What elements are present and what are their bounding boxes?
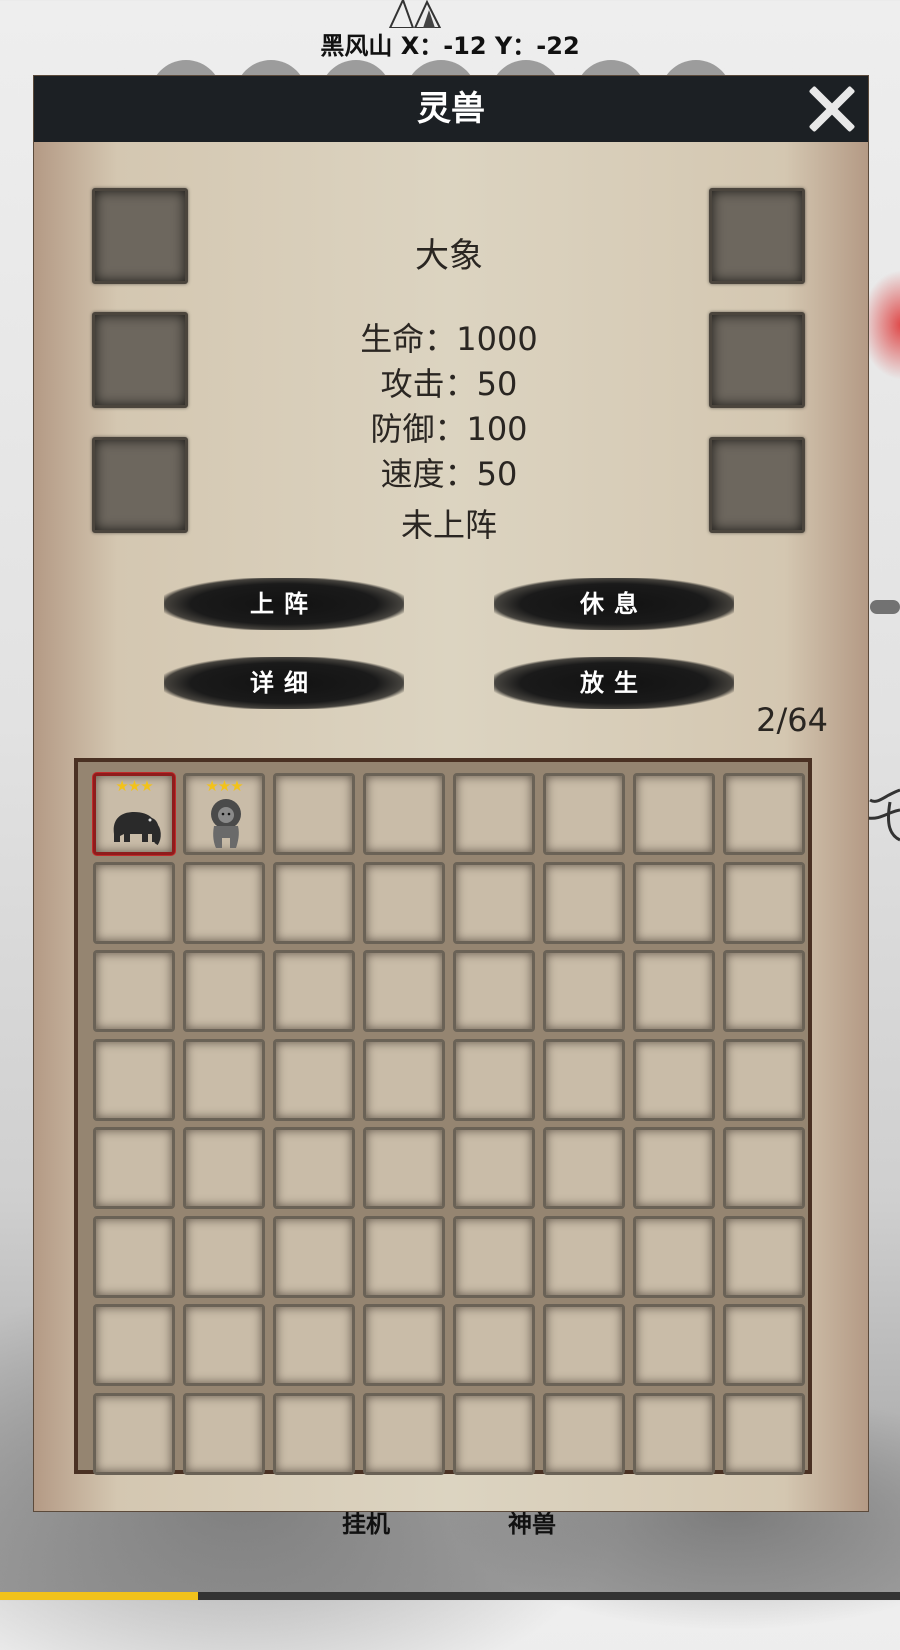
inventory-slot[interactable] <box>183 1038 265 1121</box>
inventory-slot[interactable] <box>93 1392 175 1475</box>
inventory-slot[interactable] <box>93 950 175 1032</box>
inventory-slot[interactable] <box>273 1215 355 1298</box>
inventory-slot[interactable] <box>363 1304 445 1386</box>
inventory-slot[interactable] <box>273 1304 355 1386</box>
star-rating: ★★★ <box>115 777 153 795</box>
inventory-slot[interactable] <box>363 1392 445 1475</box>
inventory-slot[interactable] <box>273 1392 355 1475</box>
inventory-slot[interactable] <box>723 1215 805 1298</box>
inventory-slot[interactable] <box>93 1304 175 1386</box>
inventory-slot[interactable] <box>633 1304 715 1386</box>
inventory-slot[interactable] <box>723 950 805 1032</box>
inventory-slot[interactable] <box>453 1038 535 1121</box>
inventory-slot[interactable] <box>363 950 445 1032</box>
inventory-slot[interactable] <box>453 1392 535 1475</box>
inventory-slot[interactable] <box>453 1304 535 1386</box>
inventory-slot[interactable] <box>183 1392 265 1475</box>
inventory-slot[interactable] <box>633 1127 715 1209</box>
inventory-slot[interactable] <box>633 1038 715 1121</box>
inventory-slot[interactable] <box>363 861 445 944</box>
inventory-slot[interactable] <box>273 1038 355 1121</box>
stat-defense: 防御：100 <box>370 410 528 448</box>
inventory-slot[interactable] <box>453 773 535 855</box>
equip-slot-left-3[interactable] <box>92 437 188 533</box>
location-coordinates: 黑风山 X：-12 Y：-22 <box>320 32 580 60</box>
deploy-button[interactable]: 上阵 <box>164 578 404 630</box>
inventory-slot[interactable] <box>543 950 625 1032</box>
inventory-slot[interactable] <box>453 950 535 1032</box>
elephant-icon <box>108 794 164 850</box>
inventory-slot[interactable] <box>723 1392 805 1475</box>
inventory-slot[interactable] <box>633 773 715 855</box>
inventory-slot[interactable] <box>363 1127 445 1209</box>
inventory-slot[interactable] <box>633 950 715 1032</box>
inventory-slot[interactable] <box>273 773 355 855</box>
inventory-slot[interactable] <box>723 773 805 855</box>
beast-name: 大象 <box>415 236 483 276</box>
equip-slot-right-1[interactable] <box>709 188 805 284</box>
inventory-slot[interactable] <box>633 1215 715 1298</box>
equip-slot-right-2[interactable] <box>709 312 805 408</box>
inventory-slot[interactable] <box>723 1127 805 1209</box>
inventory-slot[interactable] <box>543 1038 625 1121</box>
lion-icon <box>198 794 254 850</box>
inventory-slot[interactable] <box>633 1392 715 1475</box>
panel-title: 灵兽 <box>417 89 485 129</box>
inventory-slot[interactable] <box>543 773 625 855</box>
detail-button[interactable]: 详细 <box>164 657 404 709</box>
inventory-slot[interactable] <box>363 1215 445 1298</box>
inventory-slot[interactable] <box>93 1127 175 1209</box>
inventory-slot[interactable] <box>93 1215 175 1298</box>
inventory-slot[interactable] <box>273 950 355 1032</box>
stat-speed: 速度：50 <box>380 455 518 493</box>
progress-bar-fill <box>0 1592 198 1600</box>
inventory-slot[interactable] <box>723 1038 805 1121</box>
inventory-slot[interactable] <box>183 1304 265 1386</box>
stat-hp: 生命：1000 <box>360 320 538 358</box>
ink-stroke <box>870 600 900 614</box>
beast-inventory-grid: ★★★ ★★★ <box>74 758 812 1475</box>
inventory-slot[interactable] <box>93 1038 175 1121</box>
tent-icon <box>388 0 442 28</box>
progress-bar <box>0 1592 900 1600</box>
inventory-slot[interactable] <box>183 950 265 1032</box>
inventory-count: 2/64 <box>756 701 828 739</box>
equip-slot-left-2[interactable] <box>92 312 188 408</box>
release-button[interactable]: 放生 <box>494 657 734 709</box>
inventory-slot[interactable] <box>543 861 625 944</box>
inventory-slot[interactable] <box>543 1304 625 1386</box>
inventory-slot[interactable] <box>543 1215 625 1298</box>
equip-slot-left-1[interactable] <box>92 188 188 284</box>
inventory-slot[interactable] <box>183 1215 265 1298</box>
inventory-slot[interactable] <box>363 773 445 855</box>
inventory-slot[interactable] <box>183 1127 265 1209</box>
beast-status: 未上阵 <box>400 506 497 544</box>
inventory-slot[interactable] <box>93 861 175 944</box>
inventory-slot[interactable] <box>453 861 535 944</box>
inventory-slot[interactable] <box>453 1215 535 1298</box>
inventory-slot[interactable] <box>273 1127 355 1209</box>
inventory-slot[interactable] <box>453 1127 535 1209</box>
star-rating: ★★★ <box>205 777 243 795</box>
panel-header: 灵兽 <box>34 76 868 142</box>
inventory-slot[interactable] <box>273 861 355 944</box>
inventory-slot[interactable]: ★★★ <box>93 773 175 855</box>
inventory-slot[interactable] <box>723 1304 805 1386</box>
stat-attack: 攻击：50 <box>380 365 518 403</box>
inventory-slot[interactable]: ★★★ <box>183 773 265 855</box>
rest-button[interactable]: 休息 <box>494 578 734 630</box>
equip-slot-right-3[interactable] <box>709 437 805 533</box>
inventory-slot[interactable] <box>183 861 265 944</box>
inventory-slot[interactable] <box>543 1392 625 1475</box>
inventory-slot[interactable] <box>723 861 805 944</box>
close-icon[interactable] <box>804 82 858 136</box>
inventory-slot[interactable] <box>363 1038 445 1121</box>
spirit-beast-panel: 灵兽 大象 生命：1000 攻击：50 防御：100 速度：50 未上阵 上阵 … <box>33 75 869 1512</box>
inventory-slot[interactable] <box>633 861 715 944</box>
inventory-slot[interactable] <box>543 1127 625 1209</box>
